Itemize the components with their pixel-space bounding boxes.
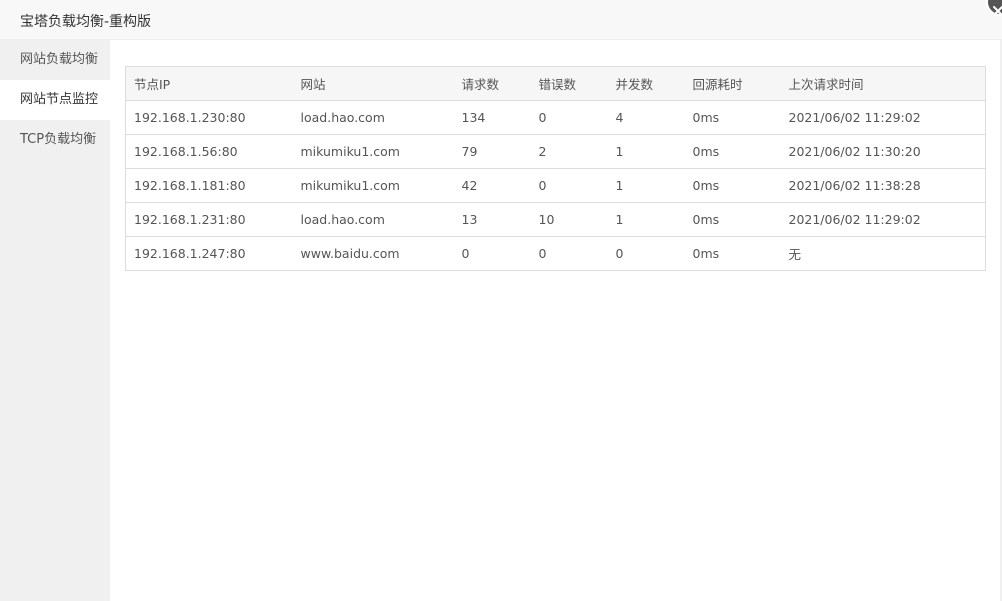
title-bar: 宝塔负载均衡-重构版	[0, 0, 1002, 40]
cell-node-ip: 192.168.1.247:80	[134, 246, 246, 261]
cell-site: www.baidu.com	[300, 246, 400, 261]
column-header-upstream-time: 回源耗时	[684, 66, 781, 101]
cell-concurrency: 1	[607, 168, 685, 203]
cell-errors: 0	[538, 246, 547, 261]
column-header-node-ip: 节点IP	[125, 66, 293, 101]
sidebar: 网站负载均衡 网站节点监控 TCP负载均衡	[0, 40, 110, 601]
cell-errors: 0	[530, 100, 608, 135]
cell-errors: 10	[530, 202, 608, 237]
cell-node-ip: 192.168.1.231:80	[125, 202, 293, 237]
cell-requests: 134	[453, 100, 531, 135]
window-title: 宝塔负载均衡-重构版	[20, 14, 152, 30]
cell-upstream-time: 0ms	[684, 100, 781, 135]
cell-site: mikumiku1.com	[292, 134, 454, 169]
cell-upstream-time: 0ms	[692, 246, 720, 261]
cell-upstream-time: 0ms	[684, 202, 781, 237]
sidebar-item-tcp-load-balance[interactable]: TCP负载均衡	[0, 120, 110, 160]
close-icon	[993, 6, 1002, 16]
sidebar-item-label: TCP负载均衡	[20, 132, 97, 147]
cell-requests: 13	[453, 202, 531, 237]
table-row: 192.168.1.247:80 www.baidu.com 0 0 0 0ms…	[126, 237, 986, 271]
sidebar-item-site-node-monitor[interactable]: 网站节点监控	[0, 80, 110, 120]
table-row: 192.168.1.181:80 mikumiku1.com 42 0 1 0m…	[125, 168, 986, 203]
column-header-last-request-time: 上次请求时间	[780, 66, 986, 101]
cell-upstream-time: 0ms	[684, 134, 781, 169]
cell-last-request-time: 2021/06/02 11:38:28	[780, 168, 986, 203]
cell-site: mikumiku1.com	[292, 168, 454, 203]
table-header-row: 节点IP 网站 请求数 错误数 并发数 回源耗时 上次请求时间	[125, 66, 986, 101]
cell-node-ip: 192.168.1.230:80	[125, 100, 293, 135]
cell-node-ip: 192.168.1.181:80	[125, 168, 293, 203]
table-row: 192.168.1.56:80 mikumiku1.com 79 2 1 0ms…	[125, 134, 986, 169]
column-header-errors: 错误数	[530, 66, 608, 101]
cell-requests: 0	[461, 246, 470, 261]
cell-concurrency: 1	[607, 134, 685, 169]
column-header-site: 网站	[292, 66, 454, 101]
cell-upstream-time: 0ms	[684, 168, 781, 203]
cell-last-request-time: 2021/06/02 11:30:20	[780, 134, 986, 169]
sidebar-item-label: 网站负载均衡	[20, 52, 99, 67]
node-monitor-table: 节点IP 网站 请求数 错误数 并发数 回源耗时 上次请求时间 192.168.…	[125, 66, 986, 271]
cell-last-request-time: 2021/06/02 11:29:02	[780, 100, 986, 135]
cell-requests: 79	[453, 134, 531, 169]
cell-errors: 2	[530, 134, 608, 169]
cell-last-request-time: 2021/06/02 11:29:02	[780, 202, 986, 237]
cell-site: load.hao.com	[292, 202, 454, 237]
cell-concurrency: 4	[607, 100, 685, 135]
cell-concurrency: 1	[607, 202, 685, 237]
dialog-window: 宝塔负载均衡-重构版 网站负载均衡 网站节点监控 TCP负载均衡 节点IP 网站	[0, 0, 1002, 601]
column-header-concurrency: 并发数	[607, 66, 685, 101]
main-content: 节点IP 网站 请求数 错误数 并发数 回源耗时 上次请求时间 192.168.…	[125, 66, 986, 271]
cell-node-ip: 192.168.1.56:80	[125, 134, 293, 169]
cell-concurrency: 0	[615, 246, 624, 261]
table-row: 192.168.1.230:80 load.hao.com 134 0 4 0m…	[125, 100, 986, 135]
column-header-requests: 请求数	[453, 66, 531, 101]
cell-errors: 0	[530, 168, 608, 203]
cell-last-request-time: 无	[788, 247, 802, 262]
table-row: 192.168.1.231:80 load.hao.com 13 10 1 0m…	[125, 202, 986, 237]
sidebar-item-site-load-balance[interactable]: 网站负载均衡	[0, 40, 110, 80]
cell-requests: 42	[453, 168, 531, 203]
sidebar-item-label: 网站节点监控	[20, 92, 99, 107]
cell-site: load.hao.com	[292, 100, 454, 135]
